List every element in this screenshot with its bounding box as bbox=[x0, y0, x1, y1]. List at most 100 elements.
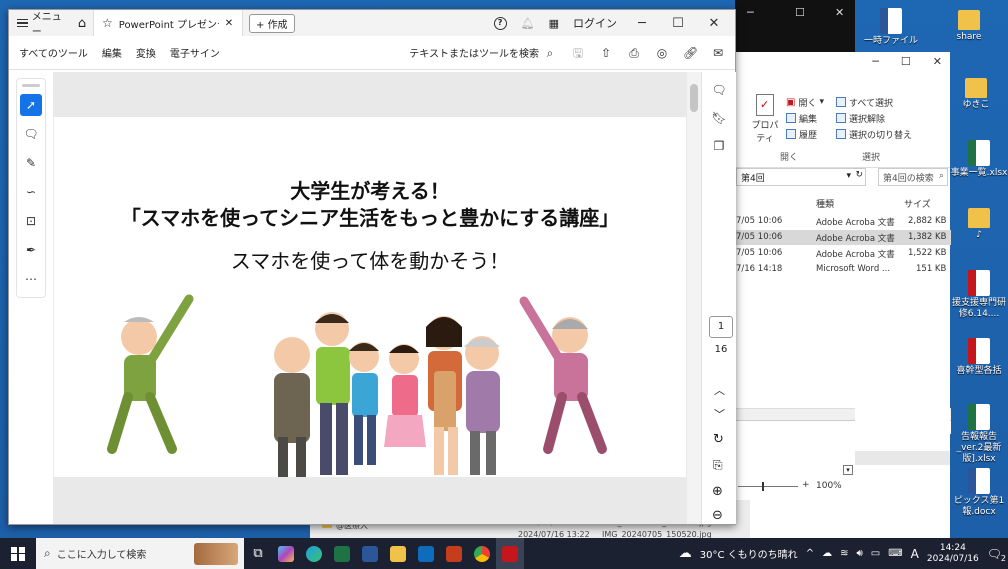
desktop-icon-note-folder[interactable]: ♪ bbox=[950, 204, 1008, 241]
file-row[interactable]: 7/05 10:06 Adobe Acroba 文書 1,522 KB bbox=[736, 246, 951, 261]
file-row[interactable]: 7/16 14:18 Microsoft Word ... 151 KB bbox=[736, 262, 951, 277]
page-down-icon[interactable]: ﹀ bbox=[714, 406, 725, 422]
ribbon-history[interactable]: 履歴 bbox=[786, 126, 824, 142]
taskbar-search-input[interactable]: ⌕ ここに入力して検索 bbox=[36, 538, 244, 569]
minimize-icon[interactable]: ─ bbox=[747, 6, 754, 19]
address-bar[interactable]: 第4回 ▾ ↻ bbox=[736, 168, 866, 186]
copilot-icon[interactable] bbox=[272, 538, 300, 569]
ribbon-select-all[interactable]: すべて選択 bbox=[836, 94, 912, 110]
text-box-icon[interactable]: ⊡ bbox=[20, 210, 42, 232]
save-icon[interactable]: 🖫︎ bbox=[571, 46, 585, 60]
rotate-icon[interactable]: ↻ bbox=[713, 432, 724, 447]
copy-pages-icon[interactable]: ❐ bbox=[709, 136, 729, 156]
star-icon[interactable]: ☆ bbox=[102, 16, 113, 30]
menu-button[interactable]: メニュー bbox=[9, 8, 71, 38]
outlook-icon[interactable] bbox=[412, 538, 440, 569]
keyboard-icon[interactable]: ⌨ bbox=[888, 548, 902, 559]
minimize-icon[interactable]: ─ bbox=[872, 55, 879, 70]
more-tools-icon[interactable]: ⋯ bbox=[20, 268, 42, 290]
powerpoint-icon[interactable] bbox=[440, 538, 468, 569]
edge-icon[interactable] bbox=[300, 538, 328, 569]
document-tab[interactable]: ☆ PowerPoint プレゼンテ... ✕ bbox=[93, 10, 243, 36]
start-button[interactable] bbox=[0, 538, 36, 569]
acrobat-taskbar-icon[interactable] bbox=[496, 538, 524, 569]
login-button[interactable]: ログイン bbox=[573, 15, 617, 31]
freehand-draw-icon[interactable]: ∽ bbox=[20, 181, 42, 203]
ai-assistant-icon[interactable]: ◎ bbox=[655, 46, 669, 60]
scrollbar-thumb[interactable] bbox=[690, 84, 698, 112]
zoom-in-icon[interactable]: + bbox=[802, 480, 810, 490]
explorer-search-input[interactable]: 第4回の検索 ⌕ bbox=[878, 168, 948, 186]
task-view-icon[interactable]: ⧉ bbox=[244, 538, 272, 569]
file-row[interactable]: 7/05 10:06 Adobe Acroba 文書 1,382 KB bbox=[736, 230, 951, 245]
hidden-icons-chevron-icon[interactable]: ^ bbox=[806, 548, 814, 559]
pdf-page[interactable]: 大学生が考える！ 「スマホを使ってシニア生活をもっと豊かにする講座」 スマホを使… bbox=[54, 117, 686, 477]
add-comment-icon[interactable]: 🗨︎ bbox=[20, 123, 42, 145]
file-row[interactable]: 7/05 10:06 Adobe Acroba 文書 2,882 KB bbox=[736, 214, 951, 229]
maximize-icon[interactable]: ☐ bbox=[901, 55, 911, 70]
weather-icon[interactable]: ☁ bbox=[679, 546, 692, 561]
chevron-down-icon[interactable]: ▾ bbox=[846, 171, 851, 181]
all-tools-tab[interactable]: すべてのツール bbox=[19, 45, 88, 60]
help-icon[interactable]: ? bbox=[493, 16, 507, 30]
close-icon[interactable]: ✕ bbox=[835, 6, 844, 19]
edit-tab[interactable]: 編集 bbox=[102, 45, 122, 60]
clock[interactable]: 14:24 2024/07/16 bbox=[927, 543, 979, 565]
chevron-down-icon[interactable]: ▾ bbox=[843, 465, 853, 475]
desktop-icon-yukiko[interactable]: ゆきこ bbox=[946, 74, 1006, 111]
page-up-icon[interactable]: ︿ bbox=[714, 382, 725, 398]
zoom-out-icon[interactable]: ⊖ bbox=[712, 508, 723, 523]
comments-icon[interactable]: 🗨︎ bbox=[709, 80, 729, 100]
mail-icon[interactable]: ✉ bbox=[711, 46, 725, 60]
weather-text[interactable]: 30°C くもりのち晴れ bbox=[700, 546, 798, 561]
word-icon[interactable] bbox=[356, 538, 384, 569]
wifi-icon[interactable]: ≋ bbox=[840, 548, 848, 559]
bookmarks-icon[interactable]: 🔖︎ bbox=[709, 108, 729, 128]
maximize-icon[interactable]: ☐ bbox=[795, 6, 805, 19]
zoom-slider[interactable]: + 100% bbox=[736, 479, 856, 495]
new-tab-button[interactable]: + 作成 bbox=[249, 13, 295, 33]
esign-tab[interactable]: 電子サイン bbox=[170, 45, 220, 60]
file-explorer-icon[interactable] bbox=[384, 538, 412, 569]
apps-grid-icon[interactable]: ▦ bbox=[549, 17, 559, 30]
close-tab-icon[interactable]: ✕ bbox=[225, 18, 233, 29]
refresh-icon[interactable]: ↻ bbox=[855, 170, 863, 180]
zoom-thumb[interactable] bbox=[762, 482, 764, 491]
current-page-input[interactable]: 1 bbox=[709, 316, 733, 338]
cloud-upload-icon[interactable]: ⇧ bbox=[599, 46, 613, 60]
minimize-icon[interactable]: ─ bbox=[631, 16, 653, 31]
desktop-icon-temp-file[interactable]: 一時ファイル bbox=[860, 8, 922, 47]
zoom-track[interactable] bbox=[738, 486, 798, 487]
zoom-in-icon[interactable]: ⊕ bbox=[712, 484, 723, 499]
onedrive-icon[interactable]: ☁ bbox=[822, 548, 832, 559]
column-size[interactable]: サイズ bbox=[904, 197, 931, 210]
select-cursor-icon[interactable]: ➚ bbox=[20, 94, 42, 116]
ime-indicator[interactable]: A bbox=[911, 547, 919, 561]
tool-search[interactable]: テキストまたはツールを検索 ⌕ bbox=[409, 45, 557, 61]
document-canvas[interactable]: 大学生が考える！ 「スマホを使ってシニア生活をもっと豊かにする講座」 スマホを使… bbox=[53, 72, 687, 524]
bell-icon[interactable]: 🔔︎ bbox=[521, 17, 535, 30]
ribbon-select-none[interactable]: 選択解除 bbox=[836, 110, 912, 126]
column-type[interactable]: 種類 bbox=[816, 197, 834, 210]
ribbon-properties[interactable]: ✓ プロパティ bbox=[750, 94, 780, 144]
chrome-icon[interactable] bbox=[468, 538, 496, 569]
desktop-icon-report-xlsx[interactable]: 告報報告_ver.2最新版].xlsx bbox=[950, 404, 1008, 465]
close-icon[interactable]: ✕ bbox=[933, 55, 942, 70]
desktop-icon-topics-docx[interactable]: ピックス第1報.docx bbox=[950, 468, 1008, 518]
ribbon-edit[interactable]: 編集 bbox=[786, 110, 824, 126]
extract-page-icon[interactable]: ⎘ bbox=[713, 458, 723, 473]
sign-icon[interactable]: ✒ bbox=[20, 239, 42, 261]
desktop-icon-share[interactable]: share bbox=[938, 6, 1000, 43]
notification-icon[interactable]: 🗨︎ 2 bbox=[987, 547, 1006, 563]
battery-icon[interactable]: ▭ bbox=[871, 548, 880, 559]
convert-tab[interactable]: 変換 bbox=[136, 45, 156, 60]
drag-handle[interactable] bbox=[22, 84, 40, 87]
maximize-icon[interactable]: ☐ bbox=[667, 16, 689, 31]
excel-icon[interactable] bbox=[328, 538, 356, 569]
desktop-icon-kikan-pdf[interactable]: 喜幹型各括 bbox=[950, 338, 1008, 377]
link-icon[interactable]: 🔗︎ bbox=[683, 46, 698, 60]
volume-icon[interactable]: 🔊︎ bbox=[856, 548, 862, 559]
highlight-pen-icon[interactable]: ✎ bbox=[20, 152, 42, 174]
vertical-scrollbar[interactable] bbox=[687, 72, 701, 524]
print-icon[interactable]: ⎙ bbox=[627, 46, 641, 60]
